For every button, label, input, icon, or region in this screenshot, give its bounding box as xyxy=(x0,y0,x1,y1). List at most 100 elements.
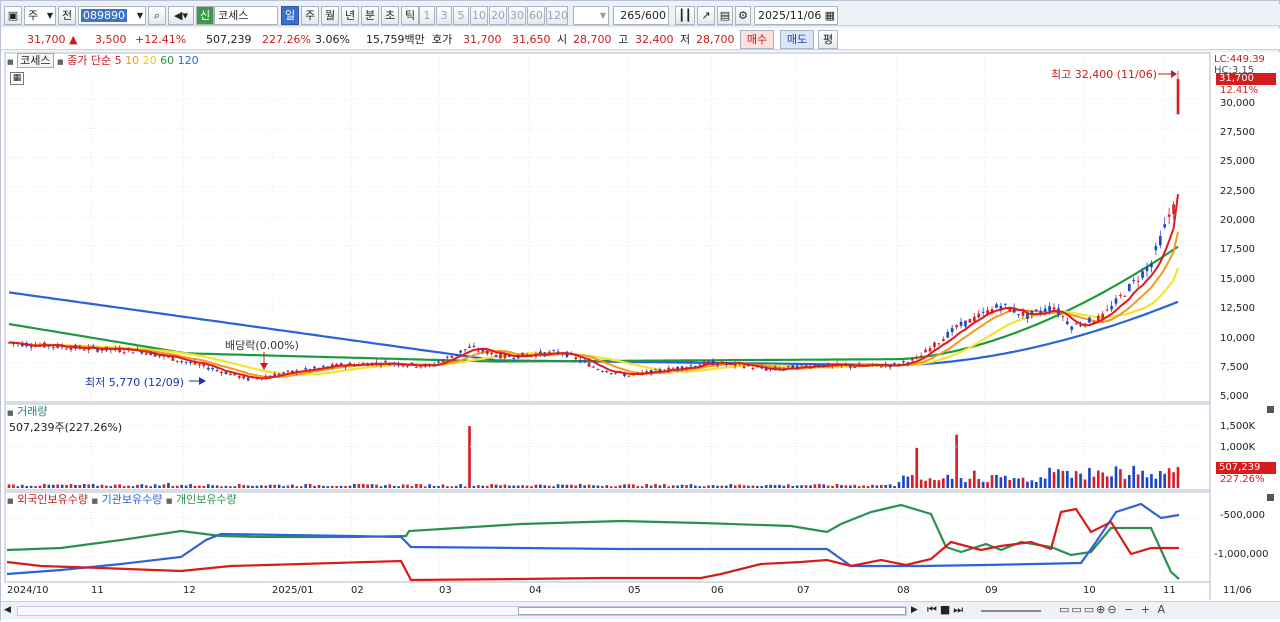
volume-bar xyxy=(871,484,874,488)
period-5[interactable]: 초 xyxy=(381,6,399,25)
save-icon[interactable]: ▤ xyxy=(717,6,733,25)
period-2[interactable]: 월 xyxy=(321,6,339,25)
volume-bar xyxy=(937,480,941,488)
zoom-slider[interactable] xyxy=(981,610,1041,612)
volume-bar xyxy=(1167,468,1171,488)
open-label: 시 xyxy=(557,33,568,46)
scrollbar-track[interactable] xyxy=(17,606,907,616)
volume-bar xyxy=(1158,471,1162,488)
volume-bar xyxy=(1123,478,1127,488)
volume-bar xyxy=(313,485,316,488)
chart-svg[interactable] xyxy=(1,52,1280,622)
count-field[interactable]: 265/600 xyxy=(613,6,669,25)
market-select[interactable]: 주 ▼ xyxy=(24,6,56,25)
interval-7[interactable]: 120 xyxy=(546,6,568,25)
volume-bar xyxy=(1145,477,1149,488)
volume-bar xyxy=(291,484,294,488)
buy-button[interactable]: 매수 xyxy=(740,30,774,49)
volume-ratio: 227.26% xyxy=(262,33,311,46)
window-menu-icon[interactable]: ▣ xyxy=(4,6,22,25)
count-total: /600 xyxy=(641,9,666,22)
gear-icon[interactable]: ⚙ xyxy=(735,6,751,25)
volume-bar xyxy=(339,485,343,488)
volume-bar xyxy=(556,484,560,488)
candle-body xyxy=(1150,263,1153,268)
candle-body xyxy=(968,319,972,323)
volume-bar xyxy=(375,484,378,488)
volume-value: 507,239 xyxy=(206,33,252,46)
interval-5[interactable]: 30 xyxy=(508,6,526,25)
volume-bar xyxy=(158,485,161,488)
interval-select[interactable]: ▼ xyxy=(573,6,609,25)
period-0[interactable]: 일 xyxy=(281,6,299,25)
legend-ma60: 60 xyxy=(160,54,175,67)
eval-button[interactable]: 평 xyxy=(818,30,838,49)
speaker-icon[interactable]: ◀▾ xyxy=(168,6,194,25)
scroll-left-icon[interactable]: ◀ xyxy=(4,605,11,615)
date-field[interactable]: 2025/11/06 ▦ xyxy=(754,6,838,25)
volume-value-label: 507,239주(227.26%) xyxy=(9,421,123,434)
candle-body xyxy=(1110,305,1113,310)
volume-bar xyxy=(977,479,981,488)
stock-name-field[interactable]: 코세스 xyxy=(214,6,278,25)
volume-bar xyxy=(1017,478,1020,488)
last-price-tag: 31,700 xyxy=(1216,73,1276,85)
candle-body xyxy=(450,356,454,358)
volume-bar xyxy=(1136,474,1140,488)
code-input[interactable]: 089890 ▼ xyxy=(78,6,146,25)
volume-bar xyxy=(609,486,613,488)
period-6[interactable]: 틱 xyxy=(401,6,419,25)
legend-stock-name[interactable]: 코세스 xyxy=(17,53,54,68)
candle-body xyxy=(215,369,219,371)
interval-3[interactable]: 10 xyxy=(470,6,488,25)
volume-bar xyxy=(632,484,635,488)
candle-body xyxy=(419,366,423,368)
volume-bar xyxy=(450,486,454,488)
period-1[interactable]: 주 xyxy=(301,6,319,25)
volume-legend: ■ 거래량 xyxy=(7,405,48,420)
candle-body xyxy=(446,356,449,358)
chart-area[interactable]: ■ 코세스 ■ 종가 단순 5 10 20 60 120 ▦ LC:449.39… xyxy=(1,52,1280,622)
sell-button[interactable]: 매도 xyxy=(780,30,814,49)
search-icon[interactable]: ⌕ xyxy=(148,6,166,25)
scroll-right-icon[interactable]: ▶ xyxy=(911,605,918,615)
volume-bar xyxy=(561,484,564,488)
x-label: 2024/10 xyxy=(7,585,49,596)
candle-body xyxy=(623,374,626,377)
interval-2[interactable]: 5 xyxy=(453,6,469,25)
prev-button[interactable]: 전 xyxy=(58,6,76,25)
scrollbar-thumb[interactable] xyxy=(518,607,906,615)
period-3[interactable]: 년 xyxy=(341,6,359,25)
candle-body xyxy=(853,366,857,368)
volume-bar xyxy=(508,485,511,488)
date-value: 2025/11/06 xyxy=(758,9,822,22)
interval-6[interactable]: 60 xyxy=(527,6,545,25)
draw-tool-icon[interactable]: ↗ xyxy=(697,6,715,25)
volume-bar xyxy=(1048,467,1051,488)
candle-body xyxy=(494,355,498,357)
volume-bar xyxy=(1127,474,1131,488)
quote-bar: 31,700 ▲ 3,500 +12.41% 507,239 227.26% 3… xyxy=(1,28,1280,50)
change-value: 3,500 xyxy=(95,33,127,46)
playback-controls[interactable]: ⏮■⏭ xyxy=(927,603,966,617)
calculator-icon[interactable]: ▦ xyxy=(10,72,24,85)
interval-1[interactable]: 3 xyxy=(436,6,452,25)
bid-value: 31,650 xyxy=(512,33,551,46)
candle-body xyxy=(950,327,954,332)
interval-0[interactable]: 1 xyxy=(419,6,435,25)
candle-body xyxy=(237,375,241,378)
panel-close-icon[interactable] xyxy=(1267,406,1274,413)
zoom-tools-icon[interactable]: ▭▭▭⊕⊖ − + A xyxy=(1059,603,1167,616)
panel-close-icon[interactable] xyxy=(1267,494,1274,501)
candle-body xyxy=(1070,326,1074,330)
interval-4[interactable]: 20 xyxy=(489,6,507,25)
volume-bar xyxy=(167,483,170,488)
candle-body xyxy=(1003,303,1007,305)
candle-body xyxy=(1021,311,1025,316)
candle-body xyxy=(609,373,613,375)
period-4[interactable]: 분 xyxy=(361,6,379,25)
volume-bar xyxy=(764,485,768,488)
volume-bar xyxy=(512,485,516,488)
candle-type-icon[interactable]: ┃┃ xyxy=(675,6,695,25)
volume-bar xyxy=(769,484,772,488)
